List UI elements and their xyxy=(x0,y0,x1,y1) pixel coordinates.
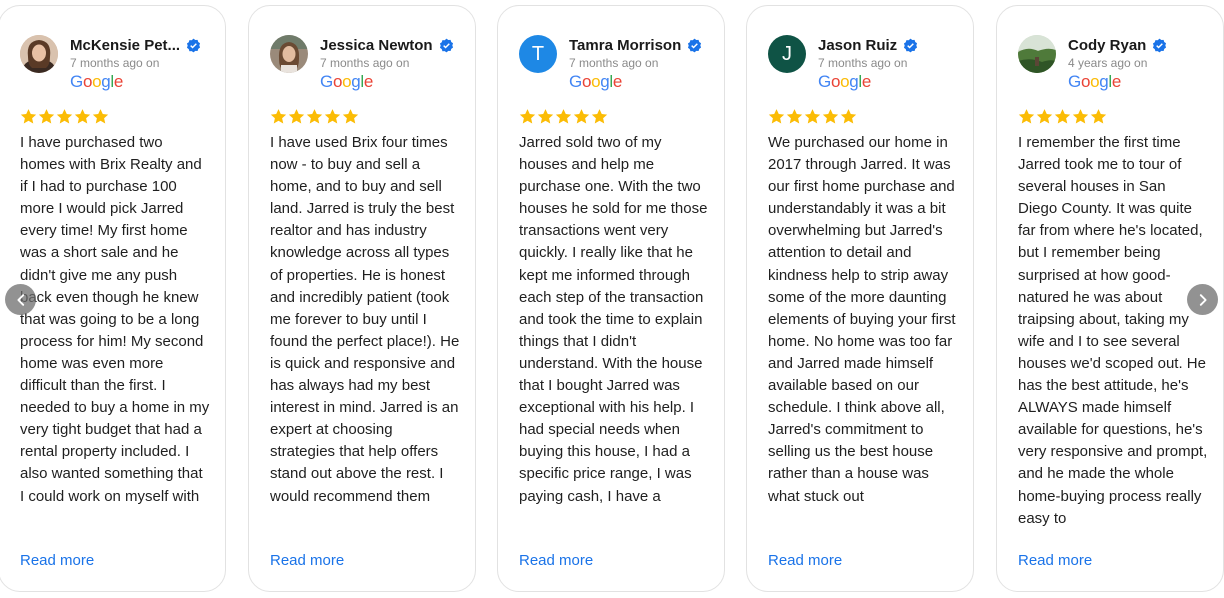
star-rating xyxy=(519,108,608,128)
review-card: Jessica Newton 7 months ago on Google I … xyxy=(248,5,476,592)
avatar[interactable] xyxy=(270,35,308,73)
star-rating xyxy=(768,108,857,128)
verified-badge-icon xyxy=(904,38,918,52)
read-more-link[interactable]: Read more xyxy=(519,552,593,569)
star-icon xyxy=(840,109,857,124)
verified-badge-icon xyxy=(439,38,453,52)
star-icon xyxy=(573,109,590,124)
reviewer-name[interactable]: Jessica Newton xyxy=(320,37,433,54)
reviewer-name[interactable]: Jason Ruiz xyxy=(818,37,897,54)
verified-badge-icon xyxy=(688,38,702,52)
read-more-link[interactable]: Read more xyxy=(270,552,344,569)
google-logo: Google xyxy=(818,72,872,91)
google-logo: Google xyxy=(1068,72,1122,91)
chevron-left-icon xyxy=(16,293,24,306)
star-icon xyxy=(56,109,73,124)
avatar-initial: J xyxy=(782,42,792,65)
review-time: 4 years ago on xyxy=(1068,56,1148,70)
google-logo: Google xyxy=(70,72,124,91)
star-icon xyxy=(786,109,803,124)
review-header: J Jason Ruiz 7 months ago on Google xyxy=(768,29,963,91)
review-header: Cody Ryan 4 years ago on Google xyxy=(1018,29,1213,91)
google-logo: Google xyxy=(569,72,623,91)
avatar[interactable] xyxy=(1018,35,1056,73)
chevron-right-icon xyxy=(1199,293,1207,306)
reviewer-name[interactable]: Cody Ryan xyxy=(1068,37,1146,54)
star-icon xyxy=(822,109,839,124)
star-icon xyxy=(270,109,287,124)
review-card: T Tamra Morrison 7 months ago on Google … xyxy=(497,5,725,592)
review-text: I have purchased two homes with Brix Rea… xyxy=(20,134,210,505)
star-icon xyxy=(1036,109,1053,124)
review-header: McKensie Pet... 7 months ago on Google xyxy=(20,29,215,91)
star-rating xyxy=(270,108,359,128)
verified-badge-icon xyxy=(186,38,201,52)
review-text: We purchased our home in 2017 through Ja… xyxy=(768,134,956,505)
star-icon xyxy=(20,109,37,124)
star-icon xyxy=(1072,109,1089,124)
star-icon xyxy=(591,109,608,124)
avatar[interactable] xyxy=(20,35,58,73)
star-icon xyxy=(555,109,572,124)
star-icon xyxy=(1090,109,1107,124)
star-icon xyxy=(804,109,821,124)
review-time: 7 months ago on xyxy=(569,56,659,70)
avatar-initial: T xyxy=(531,42,545,65)
previous-button[interactable] xyxy=(5,284,36,315)
star-icon xyxy=(306,109,323,124)
read-more-link[interactable]: Read more xyxy=(20,552,94,569)
star-icon xyxy=(768,109,785,124)
read-more-link[interactable]: Read more xyxy=(768,552,842,569)
star-icon xyxy=(92,109,109,124)
star-rating xyxy=(1018,108,1107,128)
review-time: 7 months ago on xyxy=(320,56,410,70)
star-icon xyxy=(342,109,359,124)
reviewer-name[interactable]: McKensie Pet... xyxy=(70,37,180,54)
review-header: Jessica Newton 7 months ago on Google xyxy=(270,29,465,91)
reviewer-name[interactable]: Tamra Morrison xyxy=(569,37,681,54)
star-icon xyxy=(38,109,55,124)
star-rating xyxy=(20,108,109,128)
review-time: 7 months ago on xyxy=(70,56,160,70)
review-header: T Tamra Morrison 7 months ago on Google xyxy=(519,29,714,91)
next-button[interactable] xyxy=(1187,284,1218,315)
star-icon xyxy=(324,109,341,124)
star-icon xyxy=(288,109,305,124)
reviews-carousel: McKensie Pet... 7 months ago on Google I… xyxy=(0,0,1224,598)
review-time: 7 months ago on xyxy=(818,56,908,70)
star-icon xyxy=(519,109,536,124)
star-icon xyxy=(1018,109,1035,124)
google-logo: Google xyxy=(320,72,374,91)
avatar[interactable]: J xyxy=(768,35,806,73)
star-icon xyxy=(74,109,91,124)
review-text: I remember the first time Jarred took me… xyxy=(1018,134,1208,527)
avatar[interactable]: T xyxy=(519,35,557,73)
star-icon xyxy=(537,109,554,124)
review-text: Jarred sold two of my houses and help me… xyxy=(519,134,708,505)
review-text: I have used Brix four times now - to buy… xyxy=(270,134,460,505)
review-card: J Jason Ruiz 7 months ago on Google We p… xyxy=(746,5,974,592)
read-more-link[interactable]: Read more xyxy=(1018,552,1092,569)
star-icon xyxy=(1054,109,1071,124)
verified-badge-icon xyxy=(1153,38,1167,52)
